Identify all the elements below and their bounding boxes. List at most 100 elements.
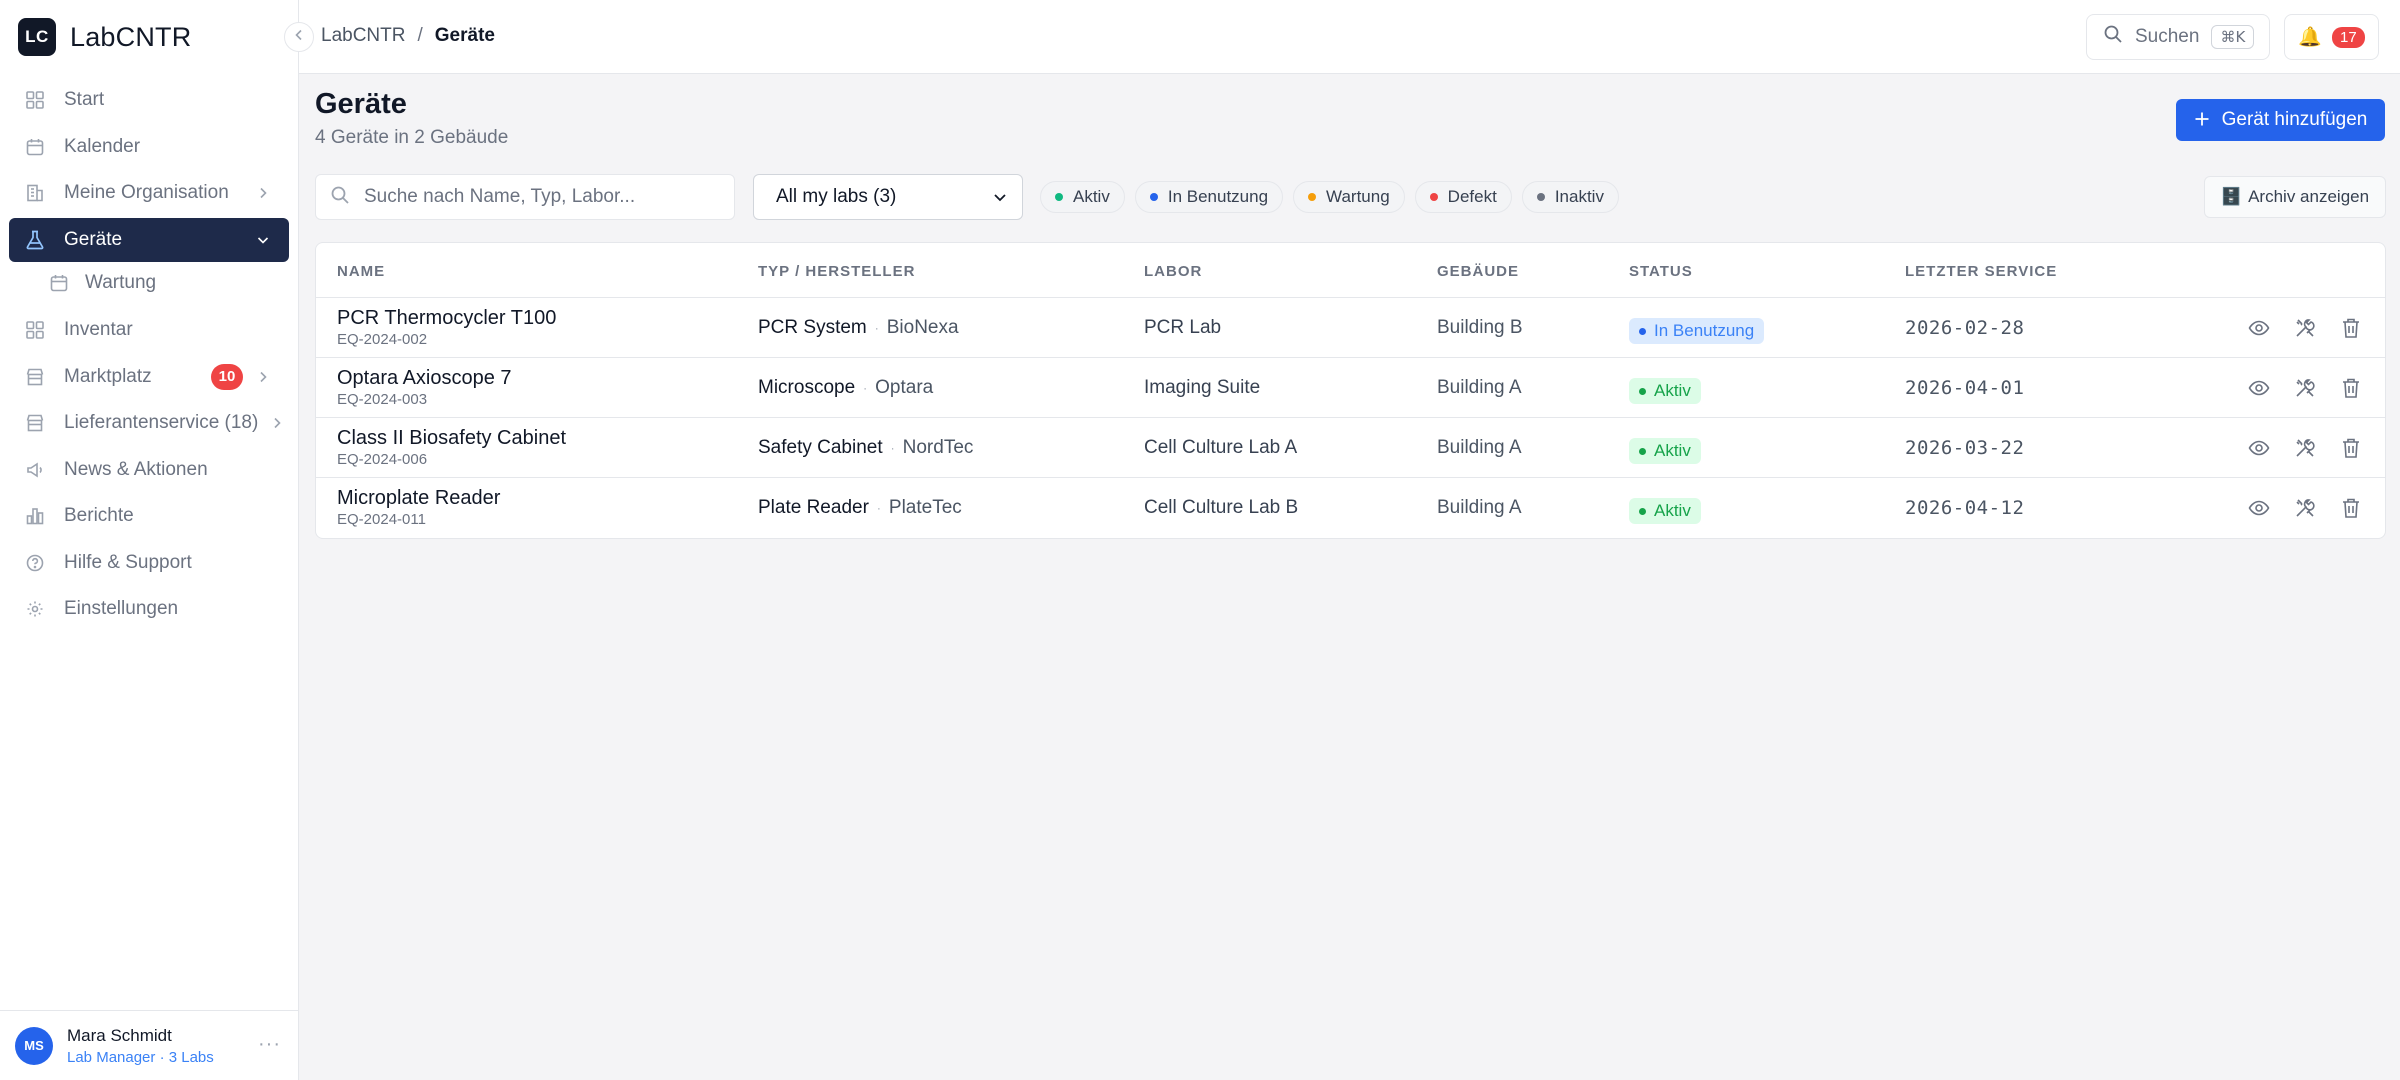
table-row[interactable]: Class II Biosafety Cabinet EQ-2024-006 S…: [316, 418, 2385, 478]
chevron-right-icon: [253, 367, 273, 387]
column-header-last-service[interactable]: LETZTER SERVICE: [1905, 263, 2057, 280]
delete-icon[interactable]: [2339, 376, 2363, 400]
view-icon[interactable]: [2247, 376, 2271, 400]
notifications-button[interactable]: 🔔 17: [2284, 14, 2379, 60]
last-service-date: 2026-04-12: [1905, 497, 2025, 519]
maintenance-tools-icon[interactable]: [2293, 376, 2317, 400]
sidebar: LC LabCNTR Start Kalender Meine Organisa…: [0, 0, 299, 1080]
view-icon[interactable]: [2247, 316, 2271, 340]
device-id: EQ-2024-003: [337, 391, 428, 408]
sidebar-item-berichte[interactable]: Berichte: [9, 494, 289, 538]
sidebar-item-lieferantenservice[interactable]: Lieferantenservice (18): [9, 401, 289, 445]
device-name[interactable]: Microplate Reader: [337, 487, 500, 510]
brand-logo: LC: [18, 18, 56, 56]
help-circle-icon: [25, 553, 45, 573]
device-manufacturer: Optara: [875, 377, 934, 398]
view-icon[interactable]: [2247, 496, 2271, 520]
chevron-down-icon: [253, 230, 273, 250]
bar-chart-icon: [25, 506, 45, 526]
chevron-right-icon: [267, 413, 287, 433]
gear-icon: [25, 599, 45, 619]
table-row[interactable]: PCR Thermocycler T100 EQ-2024-002 PCR Sy…: [316, 298, 2385, 358]
device-name[interactable]: Optara Axioscope 7: [337, 367, 512, 390]
add-device-button[interactable]: Gerät hinzufügen: [2176, 99, 2385, 141]
flask-icon: [25, 230, 45, 250]
collapse-sidebar-button[interactable]: [284, 22, 314, 52]
separator-dot: ·: [863, 381, 868, 395]
filter-chip-aktiv[interactable]: Aktiv: [1040, 181, 1125, 213]
megaphone-icon: [25, 460, 45, 480]
search-label: Suchen: [2135, 26, 2200, 47]
column-header-name[interactable]: NAME: [337, 263, 385, 280]
brand[interactable]: LC LabCNTR: [18, 18, 191, 56]
device-manufacturer: BioNexa: [886, 317, 959, 338]
device-name[interactable]: PCR Thermocycler T100: [337, 307, 556, 330]
sidebar-item-wartung[interactable]: Wartung: [9, 264, 289, 302]
delete-icon[interactable]: [2339, 316, 2363, 340]
status-badge: Aktiv: [1629, 498, 1701, 524]
device-building: Building A: [1437, 437, 1522, 458]
column-header-status[interactable]: STATUS: [1629, 263, 1693, 280]
status-dot: [1149, 193, 1158, 201]
marktplatz-badge: 10: [211, 363, 243, 390]
sidebar-item-geraete[interactable]: Geräte: [9, 217, 289, 262]
archive-icon: 🗄️: [2220, 187, 2243, 206]
sidebar-item-kalender[interactable]: Kalender: [9, 125, 289, 169]
maintenance-tools-icon[interactable]: [2293, 436, 2317, 460]
column-header-lab[interactable]: LABOR: [1144, 263, 1202, 280]
device-type: Plate Reader: [758, 497, 869, 518]
chevron-left-icon: [294, 28, 304, 46]
maintenance-tools-icon[interactable]: [2293, 496, 2317, 520]
device-search: [315, 174, 735, 220]
search-icon: [330, 185, 350, 210]
sidebar-item-marktplatz[interactable]: Marktplatz 10: [9, 355, 289, 399]
table-row[interactable]: Optara Axioscope 7 EQ-2024-003 Microscop…: [316, 358, 2385, 418]
filter-chip-wartung[interactable]: Wartung: [1293, 181, 1405, 213]
separator-dot: ·: [890, 441, 895, 455]
sidebar-nav: Start Kalender Meine Organisation Geräte: [9, 78, 289, 634]
device-search-input[interactable]: [364, 186, 724, 208]
user-name: Mara Schmidt: [67, 1025, 172, 1045]
sidebar-item-news[interactable]: News & Aktionen: [9, 448, 289, 492]
status-dot: [1639, 447, 1646, 455]
global-search-button[interactable]: Suchen ⌘K: [2086, 14, 2270, 60]
sidebar-item-label: News & Aktionen: [64, 458, 208, 480]
search-icon: [2103, 24, 2123, 50]
table-row[interactable]: Microplate Reader EQ-2024-011 Plate Read…: [316, 478, 2385, 538]
sidebar-item-hilfe[interactable]: Hilfe & Support: [9, 541, 289, 585]
filter-chip-defekt[interactable]: Defekt: [1414, 181, 1512, 213]
status-label: Aktiv: [1654, 381, 1691, 400]
sidebar-item-inventar[interactable]: Inventar: [9, 308, 289, 352]
device-lab: PCR Lab: [1144, 317, 1222, 338]
status-dot: [1429, 193, 1438, 201]
show-archive-button[interactable]: 🗄️ Archiv anzeigen: [2204, 176, 2386, 218]
filter-chip-inaktiv[interactable]: Inaktiv: [1521, 181, 1619, 213]
status-badge: Aktiv: [1629, 438, 1701, 464]
sidebar-item-label: Marktplatz: [64, 365, 152, 387]
device-building: Building B: [1437, 317, 1523, 338]
sidebar-item-meine-organisation[interactable]: Meine Organisation: [9, 171, 289, 215]
column-header-building[interactable]: GEBÄUDE: [1437, 263, 1519, 280]
filter-chip-in-benutzung[interactable]: In Benutzung: [1134, 181, 1284, 213]
column-header-type[interactable]: TYP / HERSTELLER: [758, 263, 915, 280]
more-options-icon[interactable]: ···: [258, 1033, 281, 1056]
user-profile[interactable]: MS Mara Schmidt Lab Manager · 3 Labs ···: [0, 1010, 299, 1080]
sidebar-item-label: Einstellungen: [64, 598, 179, 619]
device-name[interactable]: Class II Biosafety Cabinet: [337, 427, 566, 450]
device-lab: Cell Culture Lab B: [1144, 497, 1299, 518]
view-icon[interactable]: [2247, 436, 2271, 460]
sidebar-item-label: Meine Organisation: [64, 182, 229, 203]
delete-icon[interactable]: [2339, 436, 2363, 460]
breadcrumb: LabCNTR / Geräte: [321, 25, 495, 47]
sidebar-item-start[interactable]: Start: [9, 78, 289, 122]
chip-label: Aktiv: [1073, 187, 1110, 206]
last-service-date: 2026-04-01: [1905, 377, 2025, 399]
page-subtitle: 4 Geräte in 2 Gebäude: [315, 127, 509, 148]
labs-select[interactable]: All my labs (3): [753, 174, 1023, 220]
delete-icon[interactable]: [2339, 496, 2363, 520]
breadcrumb-root[interactable]: LabCNTR: [321, 25, 405, 47]
sidebar-item-einstellungen[interactable]: Einstellungen: [9, 587, 289, 631]
maintenance-tools-icon[interactable]: [2293, 316, 2317, 340]
bell-icon: 🔔: [2298, 27, 2322, 48]
sidebar-item-label: Kalender: [64, 135, 141, 157]
